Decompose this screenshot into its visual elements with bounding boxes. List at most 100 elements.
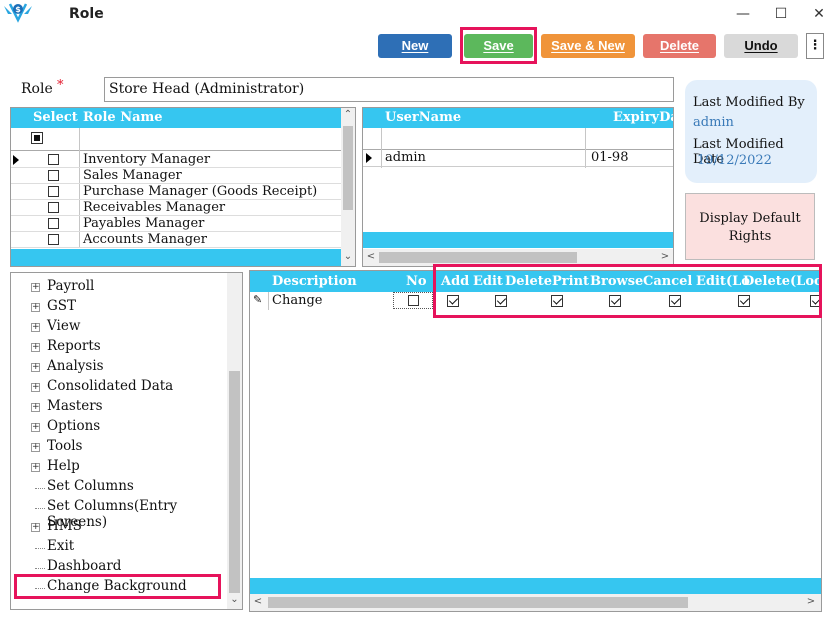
expand-icon[interactable]: + — [31, 403, 40, 412]
role-name: Receivables Manager — [83, 200, 226, 215]
role-select-checkbox[interactable] — [48, 154, 59, 165]
no-column-header[interactable]: No — [406, 274, 427, 289]
tree-vertical-scrollbar[interactable]: ⌄ — [227, 273, 242, 609]
default-rights-line1: Display Default — [699, 211, 801, 226]
select-all-checkbox[interactable] — [31, 132, 43, 144]
current-row-indicator-icon — [13, 155, 19, 165]
role-name: Sales Manager — [83, 168, 182, 183]
role-label: Role — [21, 81, 53, 97]
rights-scroll-right-icon[interactable]: > — [805, 596, 817, 607]
expand-icon[interactable]: + — [31, 463, 40, 472]
display-default-rights-button[interactable]: Display Default Rights — [685, 193, 815, 260]
roles-scroll-thumb[interactable] — [343, 126, 353, 210]
tree-item-label: Dashboard — [47, 558, 122, 574]
role-row[interactable]: Sales Manager — [11, 168, 341, 184]
tree-item[interactable]: + Options — [11, 418, 227, 438]
expand-icon[interactable]: + — [31, 343, 40, 352]
expand-icon[interactable]: + — [31, 323, 40, 332]
role-select-checkbox[interactable] — [48, 202, 59, 213]
expand-icon[interactable]: + — [31, 363, 40, 372]
modified-date-value: 19/12/2022 — [697, 153, 772, 168]
role-select-checkbox[interactable] — [48, 186, 59, 197]
tree-item[interactable]: + Tools — [11, 438, 227, 458]
expand-icon[interactable]: + — [31, 303, 40, 312]
scroll-left-icon[interactable]: < — [365, 251, 377, 262]
new-button[interactable]: New — [378, 34, 452, 58]
expand-icon[interactable]: + — [31, 443, 40, 452]
role-row[interactable]: Receivables Manager — [11, 200, 341, 216]
tree-item[interactable]: + Reports — [11, 338, 227, 358]
undo-button[interactable]: Undo — [724, 34, 798, 58]
user-username: admin — [385, 150, 426, 165]
tree-item[interactable]: + Masters — [11, 398, 227, 418]
tree-item[interactable]: Set Columns — [11, 478, 227, 498]
expand-icon[interactable]: + — [31, 283, 40, 292]
minimize-button[interactable]: — — [728, 2, 758, 26]
modification-info-panel: Last Modified By admin Last Modified Dat… — [685, 80, 817, 183]
save-and-new-button[interactable]: Save & New — [541, 34, 635, 58]
tree-item-label: Options — [47, 418, 101, 434]
tree-item-label: Analysis — [47, 358, 104, 374]
users-scroll-thumb[interactable] — [379, 252, 577, 263]
role-select-checkbox[interactable] — [48, 218, 59, 229]
users-filter-row[interactable] — [363, 128, 673, 150]
rights-scroll-thumb[interactable] — [268, 597, 688, 608]
username-column-header[interactable]: UserName — [385, 110, 461, 125]
tree-item-label: Help — [47, 458, 80, 474]
tree-item[interactable]: Exit — [11, 538, 227, 558]
scroll-right-icon[interactable]: > — [659, 251, 671, 262]
expand-icon[interactable]: + — [31, 423, 40, 432]
svg-text:$: $ — [15, 5, 21, 14]
required-mark: * — [57, 78, 64, 93]
no-checkbox[interactable] — [408, 295, 419, 306]
save-button[interactable]: Save — [464, 34, 533, 58]
users-row[interactable]: admin 01-98 — [363, 150, 673, 167]
role-name-column-header[interactable]: Role Name — [83, 110, 163, 125]
roles-rows: Inventory Manager Sales Manager Purchase M… — [11, 152, 341, 248]
tree-item[interactable]: + Analysis — [11, 358, 227, 378]
tree-item[interactable]: Set Columns(Entry Screens) — [11, 498, 227, 530]
description-column-header[interactable]: Description — [272, 274, 357, 289]
rights-columns-highlight — [433, 264, 822, 318]
expand-icon[interactable]: + — [31, 523, 40, 532]
tree-item[interactable]: + GST — [11, 298, 227, 318]
close-button[interactable]: ✕ — [804, 2, 833, 26]
select-column-header[interactable]: Select — [33, 110, 78, 125]
role-row[interactable]: Inventory Manager — [11, 152, 341, 168]
tree-connector — [35, 568, 45, 569]
roles-filter-row — [11, 128, 341, 151]
tree-item[interactable]: + Help — [11, 458, 227, 478]
edit-row-pencil-icon: ✎ — [253, 293, 263, 306]
default-rights-line2: Rights — [728, 229, 772, 244]
roles-vertical-scrollbar[interactable]: ⌃ ⌄ — [341, 108, 355, 266]
scroll-up-icon[interactable]: ⌃ — [341, 109, 355, 120]
tree-scroll-down-icon[interactable]: ⌄ — [227, 594, 242, 605]
current-row-indicator-icon — [366, 153, 372, 163]
role-row[interactable]: Payables Manager — [11, 216, 341, 232]
tree-item[interactable]: + HMS — [11, 518, 227, 538]
tree-scroll-thumb[interactable] — [229, 371, 240, 593]
tree-item[interactable]: + Payroll — [11, 278, 227, 298]
scroll-down-icon[interactable]: ⌄ — [341, 251, 355, 262]
role-input[interactable]: Store Head (Administrator) — [104, 77, 674, 102]
rights-scroll-left-icon[interactable]: < — [252, 596, 264, 607]
rights-grid: Description No Add Edit Delete Print Bro… — [249, 270, 822, 612]
role-select-checkbox[interactable] — [48, 234, 59, 245]
tree-item[interactable]: + View — [11, 318, 227, 338]
expiry-column-header[interactable]: ExpiryDa — [613, 110, 673, 125]
menu-tree: + Payroll + GST + View + Reports + Analysis + Conso… — [10, 272, 243, 610]
tree-item-label: Tools — [47, 438, 83, 454]
delete-button[interactable]: Delete — [643, 34, 716, 58]
more-options-icon[interactable]: ⋮ — [806, 33, 824, 59]
maximize-button[interactable]: ☐ — [766, 2, 796, 26]
tree-item-label: Set Columns — [47, 478, 134, 494]
role-row[interactable]: Accounts Manager — [11, 232, 341, 248]
expand-icon[interactable]: + — [31, 383, 40, 392]
right-description: Change — [272, 293, 323, 308]
role-row[interactable]: Purchase Manager (Goods Receipt) — [11, 184, 341, 200]
role-select-checkbox[interactable] — [48, 170, 59, 181]
tree-item[interactable]: + Consolidated Data — [11, 378, 227, 398]
rights-horizontal-scrollbar[interactable]: < > — [250, 594, 821, 611]
users-grid-header: UserName ExpiryDa — [363, 108, 673, 128]
roles-grid-header: Select Role Name — [11, 108, 341, 128]
